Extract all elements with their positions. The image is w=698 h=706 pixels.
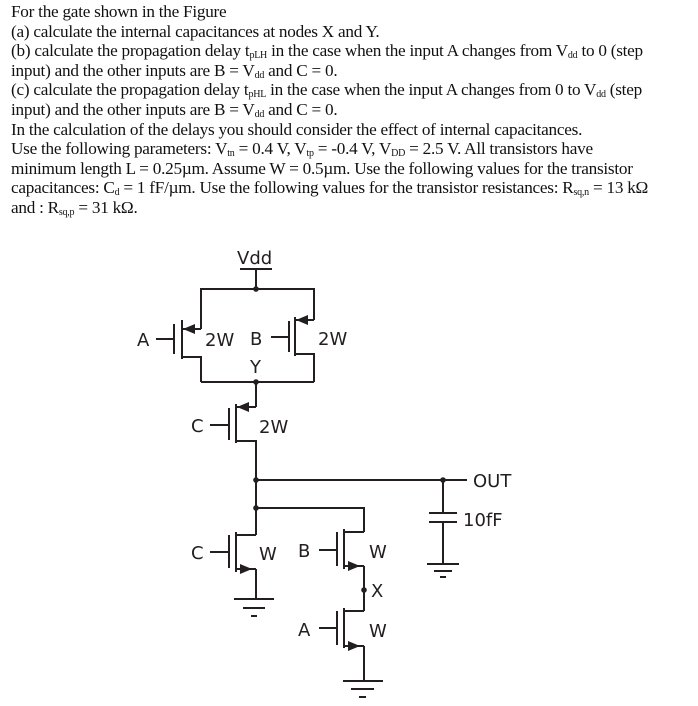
pmos-b-gate-label: B <box>250 329 262 350</box>
nmos-b-size-label: W <box>369 542 387 563</box>
nmos-c-ground-icon <box>234 598 274 617</box>
pmos-a-transistor <box>156 311 202 382</box>
circuit-figure: Vdd A 2W B 2W Y C 2W OUT 10fF C W B W X … <box>137 248 512 698</box>
nmos-b-gate-label: B <box>298 541 310 562</box>
node-x-dot <box>361 587 367 593</box>
nmos-c-arrow <box>240 564 252 574</box>
load-cap-label: 10fF <box>463 510 503 531</box>
nmos-c-transistor <box>210 532 257 599</box>
pmos-c-transistor <box>210 382 257 480</box>
pmos-a-arrow <box>183 324 195 334</box>
pmos-b-transistor <box>271 315 315 382</box>
pmos-a-gate-label: A <box>137 330 150 351</box>
nmos-c-gate-label: C <box>191 543 204 564</box>
vdd-rail <box>200 288 315 318</box>
nmos-b-arrow <box>348 561 360 571</box>
pmos-c-size-label: 2W <box>259 417 288 438</box>
pmos-b-arrow <box>296 315 308 325</box>
nmos-b-transistor <box>319 529 365 611</box>
nmos-c-size-label: W <box>259 544 277 565</box>
pmos-c-gate-label: C <box>191 416 204 437</box>
pmos-b-size-label: 2W <box>318 329 347 350</box>
nmos-a-size-label: W <box>369 621 387 642</box>
pmos-c-arrow <box>237 402 249 412</box>
nmos-a-arrow <box>348 641 360 651</box>
vdd-label: Vdd <box>237 248 272 269</box>
vdd-junction-dot <box>253 286 259 292</box>
nmos-a-gate-label: A <box>298 620 311 641</box>
node-x-label: X <box>371 581 383 602</box>
pmos-a-size-label: 2W <box>205 330 234 351</box>
load-capacitor <box>429 480 457 564</box>
cap-ground-icon <box>427 563 459 578</box>
node-y-label: Y <box>249 357 262 378</box>
output-label: OUT <box>473 471 512 492</box>
nmos-a-ground-icon <box>343 680 383 698</box>
nmos-a-transistor <box>319 608 365 681</box>
